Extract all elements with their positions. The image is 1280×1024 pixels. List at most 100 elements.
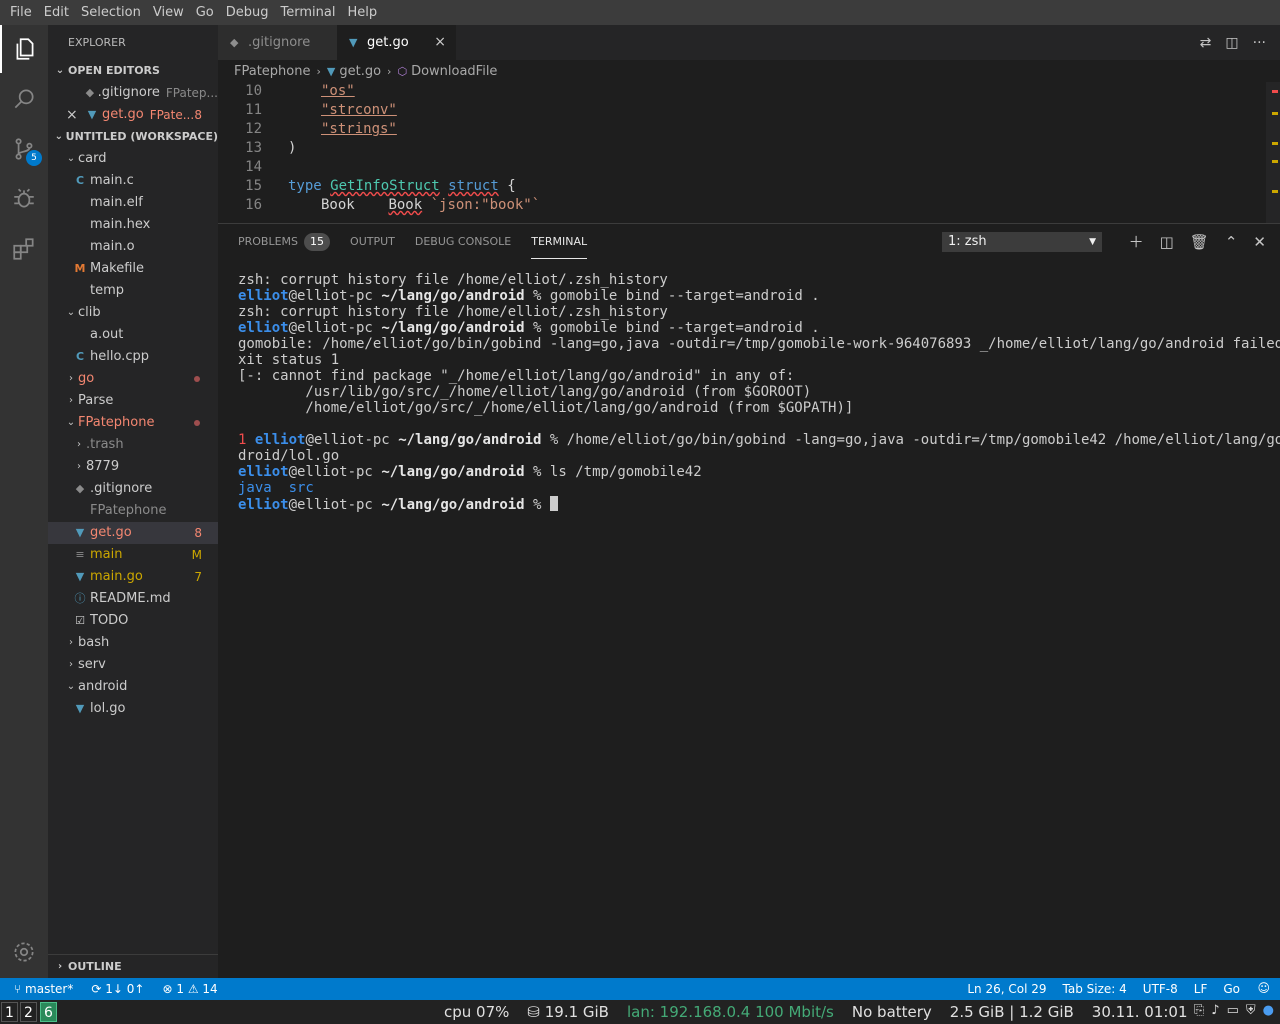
volume-icon[interactable]: ♪ xyxy=(1211,1003,1219,1018)
file-main-elf[interactable]: main.elf xyxy=(48,192,218,214)
maximize-panel-icon[interactable]: ⌃ xyxy=(1225,233,1238,251)
chevron-down-icon: ⌄ xyxy=(66,417,76,428)
workspace-6[interactable]: 6 xyxy=(40,1002,57,1022)
warning-icon: ⚠ xyxy=(187,982,199,996)
overview-ruler[interactable] xyxy=(1266,82,1280,223)
file-main-o[interactable]: main.o xyxy=(48,236,218,258)
trash-icon[interactable]: 🗑 xyxy=(1190,233,1209,251)
folder-fpatephone[interactable]: ⌄ FPatephone xyxy=(48,412,218,434)
file-lol-go[interactable]: ▼ lol.go xyxy=(48,698,218,720)
terminal-line: elliot@elliot-pc ~/lang/go/android % ls … xyxy=(238,464,702,480)
menu-selection[interactable]: Selection xyxy=(75,0,147,25)
menu-terminal[interactable]: Terminal xyxy=(275,0,342,25)
workspace-2[interactable]: 2 xyxy=(20,1002,37,1022)
menu-edit[interactable]: Edit xyxy=(38,0,75,25)
open-editors-header[interactable]: ⌄ OPEN EDITORS xyxy=(48,60,218,82)
terminal-line: elliot@elliot-pc ~/lang/go/android % gom… xyxy=(238,288,820,304)
more-actions-icon[interactable]: ··· xyxy=(1253,35,1266,51)
open-changes-icon[interactable]: ⇄ xyxy=(1200,35,1212,51)
tab-output[interactable]: OUTPUT xyxy=(350,224,395,259)
file-readme[interactable]: ⓘ README.md xyxy=(48,588,218,610)
go-file-icon: ▼ xyxy=(349,36,358,49)
menu-debug[interactable]: Debug xyxy=(220,0,275,25)
sync-status[interactable]: ⟳ 1↓ 0↑ xyxy=(91,982,144,996)
problems-count-badge: 15 xyxy=(304,232,331,251)
file-hello-cpp[interactable]: Chello.cpp xyxy=(48,346,218,368)
file-gitignore[interactable]: ◆ .gitignore xyxy=(48,478,218,500)
close-tab-icon[interactable]: × xyxy=(434,25,446,60)
tab-debug-console[interactable]: DEBUG CONSOLE xyxy=(415,224,511,259)
settings-gear-icon[interactable] xyxy=(0,928,48,976)
folder-go[interactable]: › go xyxy=(48,368,218,390)
update-icon[interactable]: ● xyxy=(1263,1003,1274,1018)
folder-clib[interactable]: ⌄ clib xyxy=(48,302,218,324)
file-lines-icon: ≡ xyxy=(75,548,85,561)
tab-get-go[interactable]: ▼ get.go × xyxy=(337,25,456,60)
folder-8779[interactable]: › 8779 xyxy=(48,456,218,478)
file-main-go[interactable]: ▼ main.go 7 xyxy=(48,566,218,588)
menu-go[interactable]: Go xyxy=(190,0,220,25)
tab-terminal[interactable]: TERMINAL xyxy=(531,224,588,259)
branch-status[interactable]: ⑂ master* xyxy=(14,982,73,996)
extensions-icon[interactable] xyxy=(0,225,48,273)
workspace-header[interactable]: ⌄ UNTITLED (WORKSPACE) xyxy=(48,126,218,148)
file-a-out[interactable]: a.out xyxy=(48,324,218,346)
tab-size[interactable]: Tab Size: 4 xyxy=(1063,982,1127,996)
open-editor-get-go[interactable]: × ▼ get.go FPate... 8 xyxy=(48,104,218,126)
folder-trash[interactable]: › .trash xyxy=(48,434,218,456)
breadcrumb-folder[interactable]: FPatephone xyxy=(234,64,310,79)
shield-icon[interactable]: ⛨ xyxy=(1246,1003,1256,1018)
terminal-select[interactable]: 1: zsh ▼ xyxy=(942,232,1102,252)
new-terminal-icon[interactable]: ＋ xyxy=(1129,231,1144,252)
tab-problems[interactable]: PROBLEMS 15 xyxy=(238,224,331,259)
split-editor-icon[interactable]: ◫ xyxy=(1225,35,1238,51)
cursor-position[interactable]: Ln 26, Col 29 xyxy=(967,982,1046,996)
folder-serv[interactable]: › serv xyxy=(48,654,218,676)
breadcrumb-symbol[interactable]: DownloadFile xyxy=(411,64,497,79)
debug-icon[interactable] xyxy=(0,175,48,223)
source-control-icon[interactable]: 5 xyxy=(0,125,48,173)
breadcrumb-file[interactable]: get.go xyxy=(339,64,381,79)
file-fpatephone[interactable]: FPatephone xyxy=(48,500,218,522)
terminal-line: /home/elliot/go/src/_/home/elliot/lang/g… xyxy=(238,400,854,416)
display-icon[interactable]: ▭ xyxy=(1227,1003,1239,1018)
paperclip-icon[interactable]: ⎘ xyxy=(1194,1003,1204,1018)
code-editor[interactable]: 10 "os" 11 "strconv" 12 "strings" 13) 14 15… xyxy=(218,82,1280,223)
menu-help[interactable]: Help xyxy=(341,0,383,25)
chevron-right-icon: › xyxy=(316,64,321,78)
terminal-line: zsh: corrupt history file /home/elliot/.… xyxy=(238,272,668,288)
file-makefile[interactable]: M Makefile xyxy=(48,258,218,280)
file-todo[interactable]: ☑ TODO xyxy=(48,610,218,632)
chevron-down-icon: ⌄ xyxy=(55,65,65,76)
menu-bar: File Edit Selection View Go Debug Termin… xyxy=(0,0,1280,25)
open-editor-gitignore[interactable]: ◆ .gitignore FPatep... xyxy=(48,82,218,104)
search-icon[interactable] xyxy=(0,75,48,123)
folder-android[interactable]: ⌄ android xyxy=(48,676,218,698)
folder-parse[interactable]: › Parse xyxy=(48,390,218,412)
workspace-1[interactable]: 1 xyxy=(1,1002,18,1022)
file-get-go[interactable]: ▼ get.go 8 xyxy=(48,522,218,544)
split-terminal-icon[interactable]: ◫ xyxy=(1160,233,1174,251)
menu-view[interactable]: View xyxy=(147,0,190,25)
file-temp[interactable]: temp xyxy=(48,280,218,302)
file-main-c[interactable]: Cmain.c xyxy=(48,170,218,192)
tab-gitignore[interactable]: ◆ .gitignore xyxy=(218,25,337,60)
file-main[interactable]: ≡ main M xyxy=(48,544,218,566)
menu-file[interactable]: File xyxy=(4,0,38,25)
file-main-hex[interactable]: main.hex xyxy=(48,214,218,236)
explorer-icon[interactable] xyxy=(0,25,48,73)
terminal-line: 1 elliot@elliot-pc ~/lang/go/android % /… xyxy=(238,432,1280,448)
outline-header[interactable]: › OUTLINE xyxy=(48,954,218,978)
problems-status[interactable]: ⊗ 1 ⚠ 14 xyxy=(162,982,217,996)
info-icon: ⓘ xyxy=(74,592,86,605)
encoding[interactable]: UTF-8 xyxy=(1143,982,1178,996)
close-panel-icon[interactable]: ✕ xyxy=(1253,233,1266,251)
eol[interactable]: LF xyxy=(1194,982,1208,996)
terminal-output[interactable]: zsh: corrupt history file /home/elliot/.… xyxy=(238,272,1280,513)
folder-card[interactable]: ⌄ card xyxy=(48,148,218,170)
close-icon[interactable]: × xyxy=(66,104,84,126)
language-mode[interactable]: Go xyxy=(1223,982,1240,996)
git-file-icon: ◆ xyxy=(85,86,95,99)
feedback-icon[interactable]: ☺ xyxy=(1257,981,1270,995)
folder-bash[interactable]: › bash xyxy=(48,632,218,654)
